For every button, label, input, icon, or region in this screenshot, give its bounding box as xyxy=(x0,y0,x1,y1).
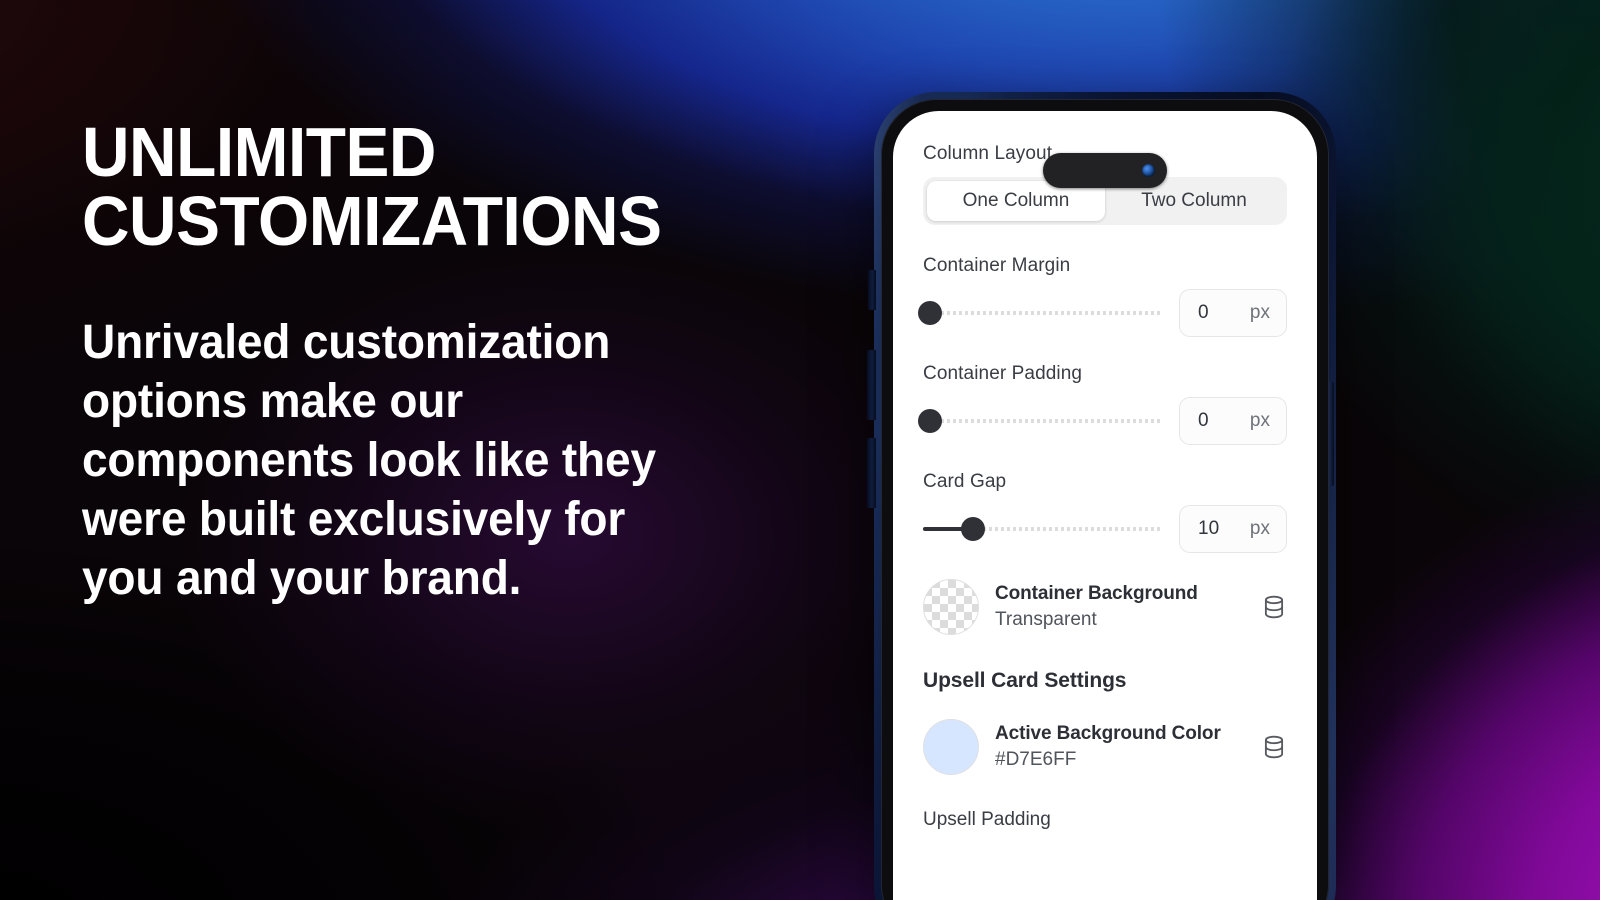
card-gap-label: Card Gap xyxy=(923,471,1007,492)
database-icon[interactable] xyxy=(1261,734,1287,760)
hero-copy-block: UNLIMITED CUSTOMIZATIONS Unrivaled custo… xyxy=(82,113,742,608)
active-background-color-title: Active Background Color xyxy=(995,723,1221,745)
container-margin-value: 0 xyxy=(1198,302,1209,323)
container-padding-row: 0 px xyxy=(918,397,1287,445)
volume-down-button[interactable] xyxy=(867,438,876,508)
card-gap-value: 10 xyxy=(1198,518,1220,539)
hero-subheadline: Unrivaled customization options make our… xyxy=(82,316,656,606)
customization-settings-panel: Column Layout One Column Two Column Cont… xyxy=(893,111,1317,900)
card-gap-row: 10 px xyxy=(923,505,1287,553)
container-background-text: Container Background Transparent xyxy=(995,581,1245,632)
mute-switch[interactable] xyxy=(868,270,876,310)
camera-lens-icon xyxy=(1142,164,1155,177)
container-padding-label: Container Padding xyxy=(923,363,1083,384)
active-background-color-row[interactable]: Active Background Color #D7E6FF xyxy=(923,719,1287,775)
container-margin-slider[interactable] xyxy=(918,300,1161,326)
card-gap-unit: px xyxy=(1249,518,1270,539)
upsell-card-settings-heading: Upsell Card Settings xyxy=(923,669,1127,692)
dynamic-island xyxy=(1043,153,1167,188)
phone-screen: Column Layout One Column Two Column Cont… xyxy=(893,111,1317,900)
card-gap-input[interactable]: 10 px xyxy=(1179,505,1287,553)
slider-track xyxy=(923,419,1161,423)
active-background-color-text: Active Background Color #D7E6FF xyxy=(995,721,1245,772)
container-background-title: Container Background xyxy=(995,583,1198,605)
upsell-padding-label: Upsell Padding xyxy=(923,809,1051,830)
card-gap-slider[interactable] xyxy=(923,516,1161,542)
database-icon[interactable] xyxy=(1261,594,1287,620)
container-padding-slider[interactable] xyxy=(918,408,1161,434)
slider-thumb[interactable] xyxy=(918,301,943,325)
container-padding-value: 0 xyxy=(1198,410,1209,431)
container-padding-unit: px xyxy=(1249,410,1270,431)
container-margin-label: Container Margin xyxy=(923,255,1071,276)
active-background-color-value: #D7E6FF xyxy=(995,749,1077,770)
slider-track xyxy=(923,311,1161,315)
active-background-color-swatch[interactable] xyxy=(923,719,979,775)
hero-headline: UNLIMITED CUSTOMIZATIONS xyxy=(82,113,662,260)
container-padding-input[interactable]: 0 px xyxy=(1179,397,1287,445)
container-margin-input[interactable]: 0 px xyxy=(1179,289,1287,337)
slider-thumb[interactable] xyxy=(960,517,985,541)
slider-thumb[interactable] xyxy=(918,409,943,433)
volume-up-button[interactable] xyxy=(867,350,876,420)
container-margin-unit: px xyxy=(1249,302,1270,323)
container-margin-row: 0 px xyxy=(918,289,1287,337)
container-background-value: Transparent xyxy=(995,609,1097,630)
container-background-swatch[interactable] xyxy=(923,579,979,635)
container-background-row[interactable]: Container Background Transparent xyxy=(923,579,1287,635)
phone-mockup: Column Layout One Column Two Column Cont… xyxy=(860,92,1340,900)
